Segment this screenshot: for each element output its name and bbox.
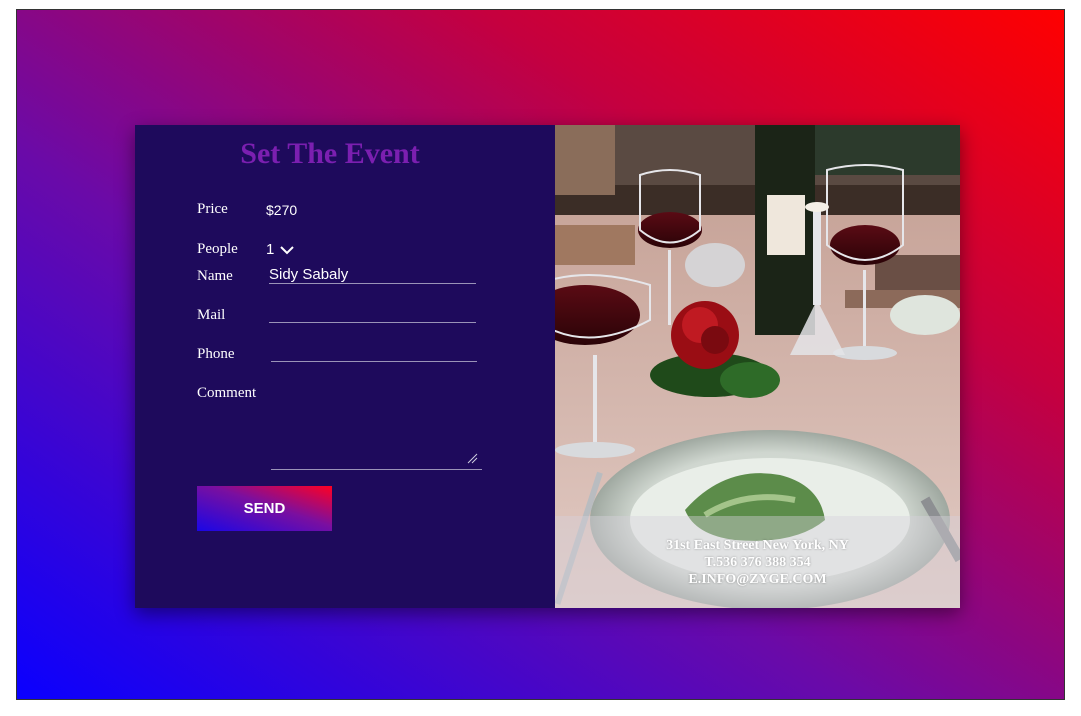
mail-field[interactable] bbox=[269, 305, 476, 323]
people-select[interactable]: 1 bbox=[266, 241, 295, 258]
chevron-down-icon bbox=[280, 245, 295, 254]
contact-address: 31st East Street New York, NY bbox=[666, 538, 849, 553]
event-form: Set The Event Price $270 People 1 Name M… bbox=[135, 125, 555, 608]
phone-label: Phone bbox=[197, 346, 235, 362]
page-background: Set The Event Price $270 People 1 Name M… bbox=[16, 9, 1065, 700]
people-label: People bbox=[197, 241, 238, 257]
contact-email: E.INFO@ZYGE.COM bbox=[688, 572, 827, 587]
comment-label: Comment bbox=[197, 385, 257, 401]
phone-field[interactable] bbox=[271, 344, 477, 362]
price-label: Price bbox=[197, 201, 228, 217]
comment-field[interactable] bbox=[271, 407, 482, 470]
resize-grip-icon[interactable] bbox=[466, 452, 478, 464]
dinner-table-photo: 31st East Street New York, NY T.536 376 … bbox=[555, 125, 960, 608]
send-button[interactable]: SEND bbox=[197, 486, 332, 531]
mail-label: Mail bbox=[197, 307, 226, 323]
event-card: Set The Event Price $270 People 1 Name M… bbox=[135, 125, 960, 608]
form-title: Set The Event bbox=[240, 137, 420, 170]
name-field[interactable] bbox=[269, 266, 476, 284]
people-selected-value: 1 bbox=[266, 241, 275, 258]
price-value: $270 bbox=[266, 202, 298, 218]
contact-phone: T.536 376 388 354 bbox=[704, 555, 811, 570]
name-label: Name bbox=[197, 268, 233, 284]
